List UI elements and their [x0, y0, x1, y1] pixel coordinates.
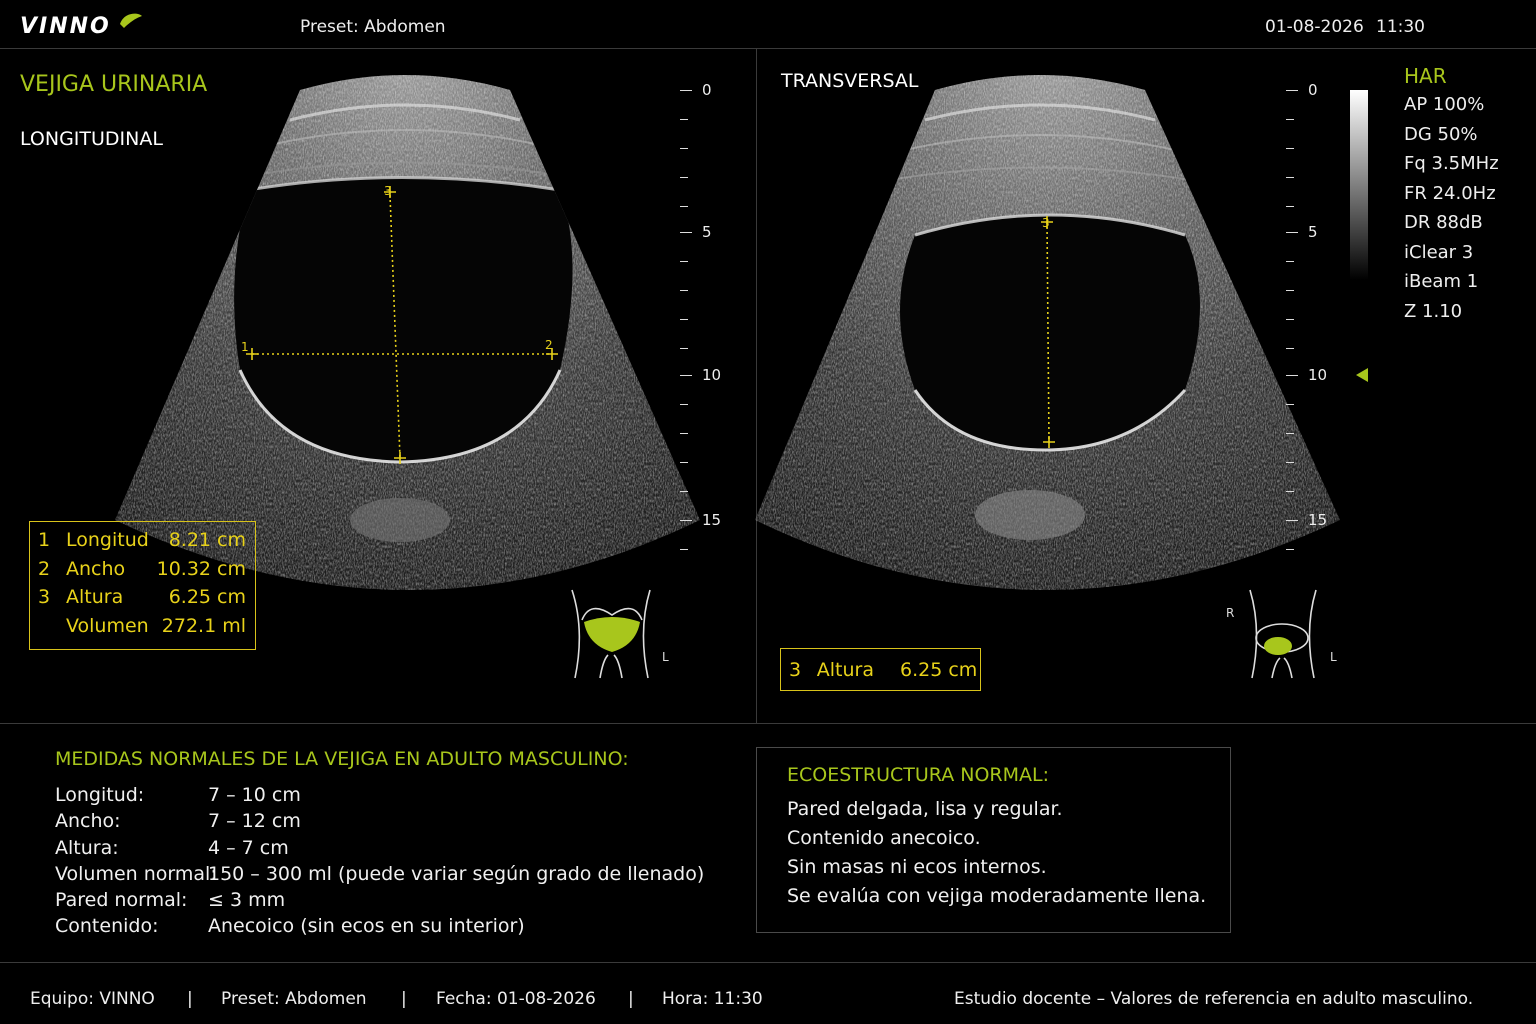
right-view-label: TRANSVERSAL	[781, 70, 919, 92]
measurement-value: 6.25 cm	[900, 658, 978, 681]
setting-row: iClear 3	[1404, 241, 1474, 263]
reference-value: ≤ 3 mm	[208, 889, 286, 912]
reference-row: Altura: 4 – 7 cm	[55, 837, 704, 863]
measurement-value: 272.1 ml	[161, 614, 246, 637]
reference-value: 4 – 7 cm	[208, 836, 289, 859]
depth-label: 10	[1308, 366, 1328, 384]
measurement-label: Altura	[66, 586, 124, 609]
depth-label: 5	[702, 223, 712, 241]
depth-label: 0	[702, 81, 712, 99]
reference-label: Contenido:	[55, 915, 159, 938]
setting-row: AP 100%	[1404, 94, 1485, 115]
measurement-value: 8.21 cm	[168, 529, 246, 552]
measurement-row: Volumen 272.1 ml	[38, 612, 247, 641]
footer-equipo: Equipo: VINNO	[30, 989, 155, 1009]
caliper-mark-3-right: 3	[1042, 216, 1050, 230]
measurement-label: Longitud	[66, 529, 149, 552]
reference-label: Ancho:	[55, 810, 121, 833]
ecostructure-row: Pared delgada, lisa y regular.	[787, 798, 1063, 820]
reference-row: Contenido: Anecoico (sin ecos en su inter…	[55, 915, 704, 941]
ecostructure-row: Se evalúa con vejiga moderadamente llena…	[787, 885, 1207, 907]
measurement-row: 2 Ancho 10.32 cm	[38, 555, 247, 584]
measurement-value: 6.25 cm	[168, 586, 246, 609]
footer-separator: |	[401, 989, 407, 1009]
footer-fecha: Fecha: 01-08-2026	[436, 989, 596, 1009]
left-view-label: LONGITUDINAL	[20, 128, 163, 150]
orientation-l-right: L	[1330, 650, 1337, 664]
caliper-mark-2: 2	[545, 338, 553, 352]
setting-row: Z 1.10	[1404, 300, 1463, 322]
reference-row: Ancho: 7 – 12 cm	[55, 810, 704, 836]
bladder-marker-right	[1264, 637, 1292, 655]
reference-value: 7 – 10 cm	[208, 784, 301, 806]
footer-note: Estudio docente – Valores de referencia …	[954, 989, 1474, 1009]
focus-marker-icon	[1356, 368, 1368, 382]
footer-preset: Preset: Abdomen	[221, 989, 367, 1009]
depth-label: 15	[1308, 511, 1328, 529]
caliper-mark-3-left: 3	[384, 184, 392, 198]
reference-value: Anecoico (sin ecos en su interior)	[208, 915, 525, 938]
measurement-num: 2	[38, 557, 51, 580]
measurement-label: Altura	[816, 658, 874, 681]
panel-title: VEJIGA URINARIA	[20, 72, 208, 97]
reference-row: Longitud: 7 – 10 cm	[55, 784, 704, 810]
setting-row: DG 50%	[1404, 123, 1478, 145]
footer-divider	[0, 962, 1536, 963]
depth-scale-left: 0 5 10 15	[680, 81, 740, 560]
measurement-label: Volumen	[66, 614, 149, 637]
setting-row: iBeam 1	[1404, 271, 1479, 292]
reference-list: Longitud: 7 – 10 cm Ancho: 7 – 12 cm Altur…	[55, 784, 704, 942]
orientation-l-left: L	[662, 650, 669, 664]
reference-label: Volumen normal:	[55, 862, 217, 885]
measurement-num: 1	[38, 529, 51, 552]
ecostructure-box: ECOESTRUCTURA NORMAL: Pared delgada, lis…	[756, 747, 1231, 933]
setting-row: DR 88dB	[1404, 212, 1483, 233]
transversal-sector	[755, 75, 1340, 590]
depth-label: 0	[1308, 81, 1318, 99]
measurement-value: 10.32 cm	[156, 557, 246, 580]
body-marker-transversal-icon	[1249, 589, 1317, 679]
ecostructure-row: Sin masas ni ecos internos.	[787, 856, 1047, 878]
mode-label: HAR	[1404, 64, 1447, 88]
setting-row: FR 24.0Hz	[1404, 182, 1496, 204]
measurement-row: 1 Longitud 8.21 cm	[38, 526, 247, 555]
depth-label: 10	[702, 366, 722, 384]
measurement-row: 3 Altura 6.25 cm	[38, 583, 247, 612]
footer-hora: Hora: 11:30	[662, 989, 763, 1009]
depth-label: 5	[1308, 223, 1318, 241]
grayscale-bar	[1350, 90, 1368, 280]
depth-label: 15	[702, 511, 722, 529]
measurement-num: 3	[38, 586, 51, 609]
reference-row: Volumen normal:150 – 300 ml (puede varia…	[55, 863, 704, 889]
measurement-box-transversal: 3 Altura 6.25 cm	[780, 648, 981, 691]
bladder-marker-left	[584, 617, 640, 652]
reference-value: 150 – 300 ml (puede variar según grado d…	[208, 862, 705, 885]
reference-label: Pared normal:	[55, 889, 188, 912]
reference-value: 7 – 12 cm	[208, 810, 301, 833]
depth-scale-right: 0 5 10 15	[1286, 81, 1346, 560]
reference-row: Pared normal: ≤ 3 mm	[55, 889, 704, 915]
caliper-mark-1: 1	[241, 340, 249, 354]
reference-label: Altura:	[55, 836, 119, 859]
ecostructure-row: Contenido anecoico.	[787, 827, 981, 849]
ecostructure-title: ECOESTRUCTURA NORMAL:	[787, 764, 1050, 786]
footer-separator: |	[187, 989, 193, 1009]
setting-row: Fq 3.5MHz	[1404, 153, 1499, 174]
reference-label: Longitud:	[55, 784, 145, 806]
reference-title: MEDIDAS NORMALES DE LA VEJIGA EN ADULTO …	[55, 748, 629, 770]
measurement-num: 3	[789, 658, 802, 681]
measurement-label: Ancho	[66, 557, 126, 580]
orientation-r-right: R	[1226, 606, 1235, 620]
settings-panel: HAR AP 100% DG 50% Fq 3.5MHz FR 24.0Hz D…	[1404, 64, 1499, 330]
footer-separator: |	[628, 989, 634, 1009]
measurement-box-longitudinal: 1 Longitud 8.21 cm 2 Ancho 10.32 cm 3 Al…	[29, 521, 256, 650]
